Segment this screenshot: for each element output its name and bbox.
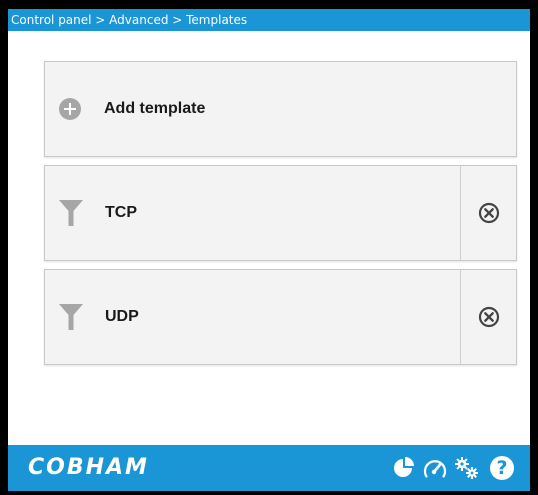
settings-button[interactable]	[454, 455, 480, 481]
filter-icon	[59, 304, 83, 330]
template-name-tcp: TCP	[105, 204, 137, 221]
remove-circle-icon	[478, 306, 500, 328]
add-template-label: Add template	[104, 100, 206, 117]
gauge-button[interactable]	[422, 455, 448, 481]
breadcrumb: Control panel > Advanced > Templates	[8, 9, 530, 31]
help-button[interactable]: ?	[489, 455, 515, 481]
add-template-button[interactable]: Add template	[45, 62, 516, 156]
template-row-udp: UDP	[44, 269, 517, 365]
template-row-tcp: TCP	[44, 165, 517, 261]
filter-icon	[59, 200, 83, 226]
gauge-icon	[423, 460, 447, 478]
delete-tcp-button[interactable]	[460, 166, 517, 260]
template-name-udp: UDP	[105, 308, 139, 325]
pie-chart-icon	[394, 457, 414, 477]
footer-bar: COBHAM ?	[8, 445, 530, 491]
template-item-tcp[interactable]: TCP	[45, 166, 460, 260]
remove-circle-icon	[478, 202, 500, 224]
cobham-logo: COBHAM	[28, 455, 149, 480]
template-item-udp[interactable]: UDP	[45, 270, 460, 364]
add-circle-icon	[59, 98, 81, 120]
settings-gears-icon	[455, 457, 478, 479]
dashboard-pie-button[interactable]	[391, 455, 417, 481]
help-icon: ?	[490, 456, 514, 480]
add-template-panel: Add template	[44, 61, 517, 157]
delete-udp-button[interactable]	[460, 270, 517, 364]
templates-screen: Control panel > Advanced > Templates Add…	[8, 9, 530, 491]
